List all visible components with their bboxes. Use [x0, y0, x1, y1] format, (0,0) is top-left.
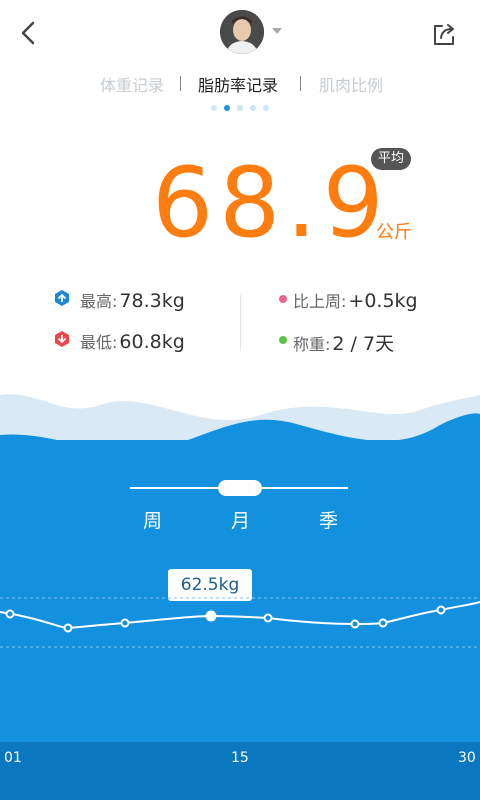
weight-line-chart[interactable] — [0, 590, 480, 670]
stats-divider — [240, 295, 241, 351]
max-label: 最高: — [80, 292, 118, 311]
weigh-count-label: 称重: — [293, 335, 331, 354]
x-tick-label: 30 — [458, 750, 476, 766]
average-value: 68.9 — [152, 147, 390, 259]
page-dot — [237, 105, 243, 111]
chart-point — [120, 618, 130, 628]
value-unit: 公斤 — [376, 222, 412, 243]
tab-body-fat-record[interactable]: 脂肪率记录 — [198, 72, 278, 96]
chart-point — [436, 605, 446, 615]
page-dot — [250, 105, 256, 111]
back-arrow-icon[interactable] — [14, 18, 44, 48]
arrow-down-icon — [55, 331, 69, 347]
chart-point — [263, 613, 273, 623]
period-slider-handle[interactable] — [218, 480, 262, 496]
x-tick-label: 15 — [231, 750, 249, 766]
record-tabs: 体重记录 脂肪率记录 肌肉比例 — [0, 72, 480, 98]
trend-line — [0, 601, 480, 630]
max-stat: 最高: 78.3kg — [80, 288, 185, 312]
chevron-down-icon[interactable] — [272, 28, 282, 34]
share-icon[interactable] — [428, 18, 460, 50]
period-season[interactable]: 季 — [319, 506, 338, 533]
page-dot-active — [224, 105, 230, 111]
min-value: 60.8kg — [119, 331, 185, 353]
chart-point — [5, 609, 15, 619]
week-change-dot — [279, 295, 287, 303]
weigh-count-stat: 称重: 2 / 7天 — [293, 329, 394, 356]
weigh-count-dot — [279, 336, 287, 344]
tab-muscle-ratio[interactable]: 肌肉比例 — [319, 72, 389, 96]
tab-separator — [180, 76, 181, 91]
tab-separator — [300, 76, 301, 91]
chart-point — [350, 619, 360, 629]
period-month[interactable]: 月 — [231, 506, 250, 533]
period-week[interactable]: 周 — [143, 506, 162, 533]
chart-point-selected[interactable] — [205, 610, 217, 622]
weigh-count-value: 2 / 7天 — [332, 333, 395, 355]
week-change-label: 比上周: — [293, 292, 347, 311]
week-change-value: +0.5kg — [348, 290, 418, 312]
x-tick-label: 01 — [4, 750, 22, 766]
min-stat: 最低: 60.8kg — [80, 329, 185, 353]
page-dot — [211, 105, 217, 111]
chart-point — [63, 623, 73, 633]
page-dot — [263, 105, 269, 111]
avatar[interactable] — [220, 10, 264, 54]
tab-weight-record[interactable]: 体重记录 — [100, 72, 164, 96]
chart-point — [378, 618, 388, 628]
min-label: 最低: — [80, 333, 118, 352]
max-value: 78.3kg — [119, 290, 185, 312]
arrow-up-icon — [55, 290, 69, 306]
week-change-stat: 比上周: +0.5kg — [293, 288, 418, 312]
